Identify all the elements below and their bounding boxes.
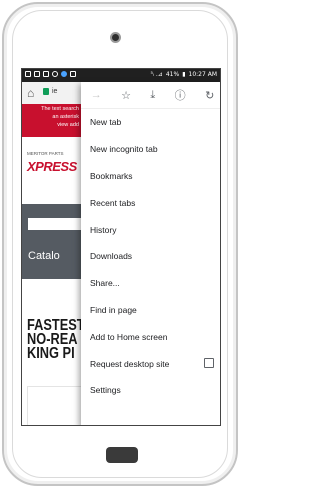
menu-item-settings[interactable]: Settings [81,377,220,404]
headline-line: KING PI [27,345,75,362]
browser-overflow-menu: → ☆ ⤓ ⓘ ↻ New tab New incognito tab Book… [81,82,220,425]
content-card [27,386,89,425]
menu-item-label: Find in page [90,304,137,315]
photo-icon [43,71,49,77]
status-notification-icons [25,71,76,77]
clock: 10:27 AM [188,71,217,78]
status-system-info: ⁵ᵢ .⊿ 41% ▮ 10:27 AM [151,71,217,78]
url-text[interactable]: ie [52,88,57,95]
menu-item-request-desktop-site[interactable]: Request desktop site [81,350,220,377]
download-icon[interactable]: ⤓ [150,89,155,102]
notification-icon [25,71,31,77]
menu-item-label: Add to Home screen [90,331,168,342]
menu-item-label: Bookmarks [90,170,133,181]
desktop-site-checkbox[interactable] [204,358,214,369]
menu-item-find-in-page[interactable]: Find in page [81,297,220,324]
front-camera [112,34,119,41]
search-app-icon [52,71,58,77]
site-logo[interactable]: MERITOR PARTS XPRESS [27,151,79,177]
catalog-search-panel: Catalo [22,204,82,279]
battery-level: 41% [165,71,180,78]
signal-icon: ⁵ᵢ .⊿ [150,71,163,78]
forward-arrow-icon[interactable]: → [91,89,102,101]
menu-item-add-to-home-screen[interactable]: Add to Home screen [81,323,220,350]
menu-item-recent-tabs[interactable]: Recent tabs [81,189,220,216]
chrome-icon [61,71,67,77]
menu-item-new-incognito-tab[interactable]: New incognito tab [81,136,220,163]
phone-screen: ⁵ᵢ .⊿ 41% ▮ 10:27 AM ⌂ ie The text searc… [21,68,221,426]
search-info-banner: The text search an asterisk view add [22,104,82,137]
home-button[interactable] [106,447,138,463]
banner-line: an asterisk [52,114,79,120]
refresh-icon[interactable]: ↻ [205,89,214,102]
download-notification-icon [70,71,76,77]
catalog-label[interactable]: Catalo [28,250,60,262]
menu-item-label: History [90,224,117,235]
logo-main-text: XPRESS [27,159,77,174]
search-input[interactable] [28,218,82,230]
menu-item-new-tab[interactable]: New tab [81,109,220,136]
menu-item-label: Settings [90,385,121,396]
image-icon [34,71,40,77]
logo-small-text: MERITOR PARTS [27,151,64,156]
menu-item-share[interactable]: Share... [81,270,220,297]
banner-line: The text search [41,106,79,112]
promo-headline: FASTEST NO-REA KING PI [27,318,85,362]
menu-item-label: Request desktop site [90,358,170,369]
info-icon[interactable]: ⓘ [175,87,186,103]
lock-icon [43,88,49,95]
menu-item-label: Downloads [90,251,133,262]
menu-item-label: New incognito tab [90,144,158,155]
battery-icon: ▮ [182,71,186,78]
banner-line: view add [57,122,79,128]
status-bar: ⁵ᵢ .⊿ 41% ▮ 10:27 AM [22,69,220,82]
menu-item-label: Share... [90,278,120,289]
home-icon[interactable]: ⌂ [27,86,34,100]
star-icon[interactable]: ☆ [121,89,131,102]
menu-item-label: Recent tabs [90,197,136,208]
menu-item-label: New tab [90,117,122,128]
menu-icon-row: → ☆ ⤓ ⓘ ↻ [81,82,220,109]
menu-item-bookmarks[interactable]: Bookmarks [81,163,220,190]
menu-item-downloads[interactable]: Downloads [81,243,220,270]
menu-item-history[interactable]: History [81,216,220,243]
